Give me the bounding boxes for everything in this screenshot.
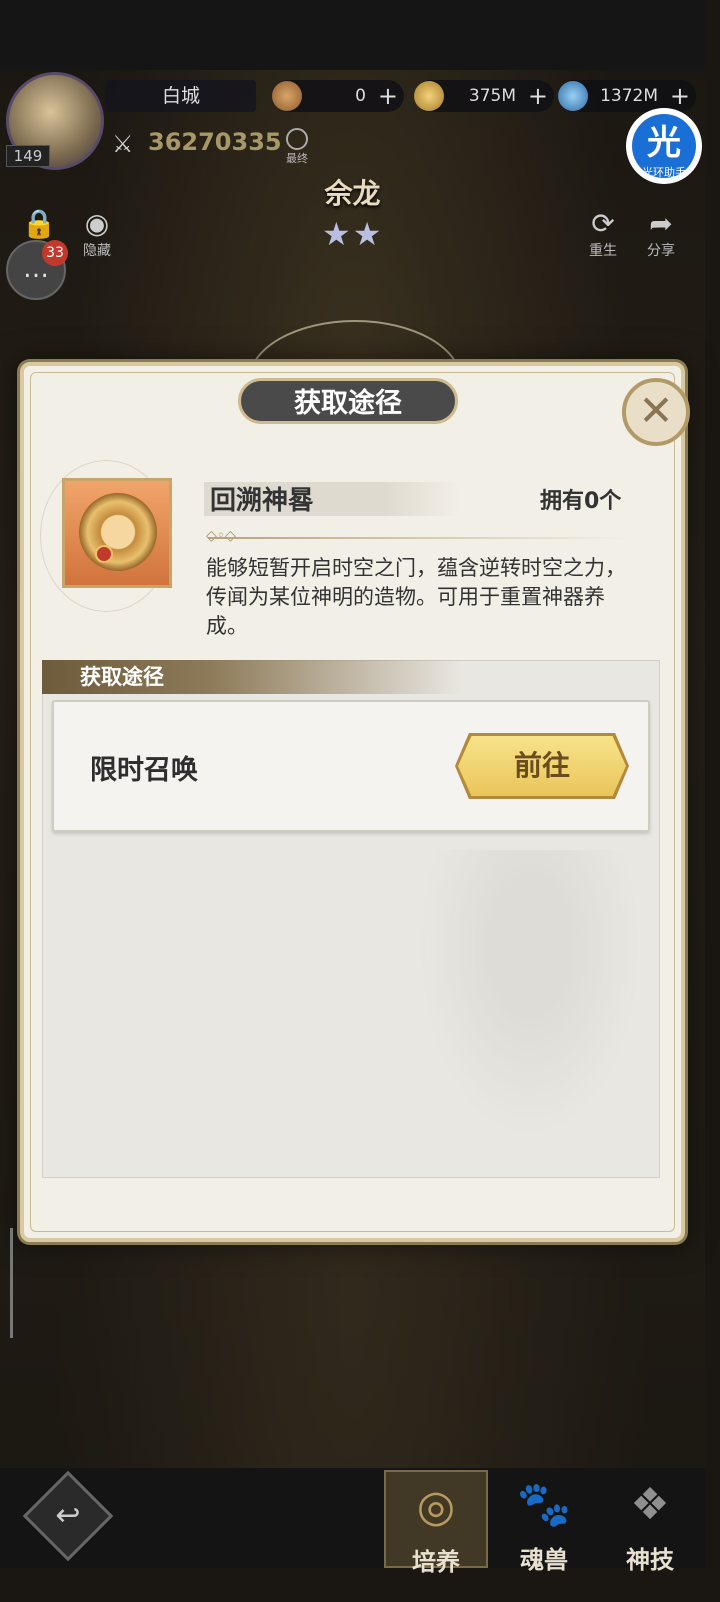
- wing-emblem-icon: ❖: [630, 1479, 670, 1530]
- resource-gold[interactable]: 375M +: [414, 80, 554, 112]
- combat-power: 36270335: [148, 128, 282, 156]
- hero-name: 佘龙: [324, 177, 381, 210]
- tab-label: 魂兽: [520, 1546, 568, 1574]
- player-name: 白城: [106, 80, 256, 112]
- goto-button[interactable]: 前往: [458, 736, 626, 796]
- resource-value: 1372M: [600, 86, 658, 106]
- rebirth-icon: ⟳: [591, 207, 615, 240]
- add-icon[interactable]: +: [378, 80, 398, 112]
- rebirth-label: 重生: [589, 243, 617, 259]
- share-label: 分享: [647, 243, 675, 259]
- chat-badge: 33: [42, 240, 68, 266]
- ruby-gem: [95, 545, 113, 563]
- lock-icon: 🔒: [21, 207, 57, 240]
- resource-value: 0: [355, 86, 366, 106]
- share-icon: ➦: [649, 207, 673, 240]
- hide-label: 隐藏: [83, 243, 111, 259]
- eye-icon: ◉: [84, 207, 110, 240]
- rebirth-button[interactable]: ⟳ 重生: [578, 208, 628, 260]
- popup-title: 获取途径: [238, 378, 458, 424]
- magnifier-icon: [286, 128, 308, 150]
- resource-bronze[interactable]: 0 +: [272, 80, 404, 112]
- hero-stars: ★★: [322, 215, 384, 253]
- final-label: 最终: [286, 152, 308, 165]
- sundial-item-icon[interactable]: [62, 478, 172, 588]
- lock-button[interactable]: 🔒: [14, 208, 64, 240]
- helper-label: 光环助手: [642, 166, 686, 179]
- divider-line: [208, 537, 628, 539]
- tab-soul-beast[interactable]: 🐾 魂兽: [492, 1470, 596, 1574]
- gold-coin-icon: [414, 81, 444, 111]
- add-icon[interactable]: +: [528, 80, 548, 112]
- back-arrow-icon: ↩: [55, 1498, 81, 1533]
- scrollbar[interactable]: [10, 1228, 13, 1338]
- tab-label: 培养: [412, 1548, 460, 1576]
- divider-ornament-icon: ◇◦◇: [206, 528, 236, 544]
- item-description: 能够短暂开启时空之门，蕴含逆转时空之力，传闻为某位神明的造物。可用于重置神器养成…: [206, 556, 626, 638]
- add-icon[interactable]: +: [670, 80, 690, 112]
- sundial-face: [79, 493, 157, 571]
- helper-button[interactable]: 光 光环助手: [626, 108, 702, 184]
- status-bar: [0, 0, 705, 70]
- paw-icon: 🐾: [516, 1479, 572, 1530]
- tab-cultivate[interactable]: ◎ 培养: [384, 1470, 488, 1576]
- potion-icon: [558, 81, 588, 111]
- player-level: 149: [6, 145, 50, 167]
- section-header: 获取途径: [42, 660, 462, 694]
- hide-button[interactable]: ◉ 隐藏: [72, 208, 122, 260]
- final-power-button[interactable]: 最终: [282, 128, 312, 168]
- item-name: 回溯神晷: [210, 486, 315, 516]
- crossed-swords-icon: ⚔: [112, 130, 134, 158]
- share-button[interactable]: ➦ 分享: [636, 208, 686, 260]
- character-watermark: [400, 850, 660, 1170]
- bronze-coin-icon: [272, 81, 302, 111]
- eye-emblem-icon: ◎: [416, 1481, 456, 1532]
- item-owned-count: 拥有0个: [540, 489, 622, 514]
- route-label: 限时召唤: [90, 755, 198, 786]
- resource-potion[interactable]: 1372M +: [558, 80, 696, 112]
- tab-label: 神技: [626, 1546, 674, 1574]
- close-icon: ✕: [638, 386, 674, 435]
- resource-value: 375M: [468, 86, 516, 106]
- tab-divine-skill[interactable]: ❖ 神技: [598, 1470, 702, 1574]
- close-button[interactable]: ✕: [622, 378, 690, 446]
